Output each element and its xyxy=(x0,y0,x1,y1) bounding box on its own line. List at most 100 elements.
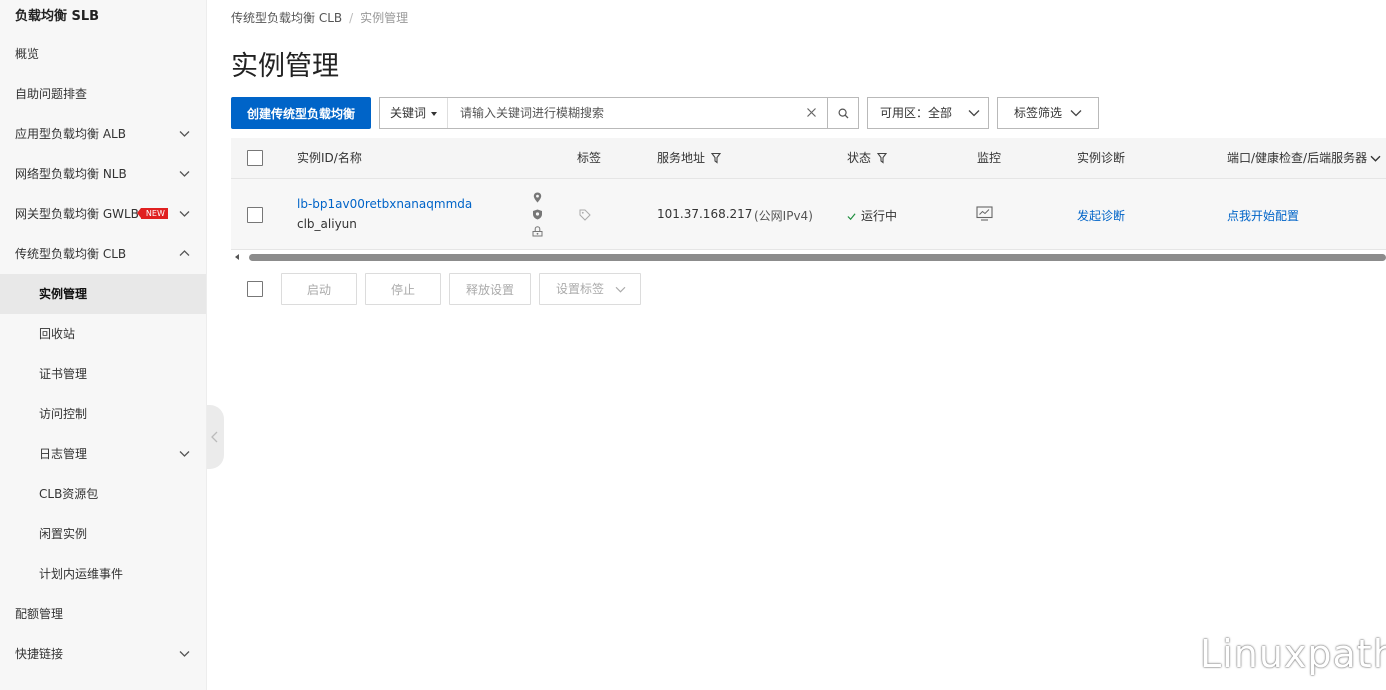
start-diagnosis-link[interactable]: 发起诊断 xyxy=(1077,207,1125,224)
sidebar-item-maintenance-events[interactable]: 计划内运维事件 xyxy=(0,554,206,594)
chevron-left-icon xyxy=(211,431,218,443)
tag-icon[interactable] xyxy=(579,209,591,221)
sidebar-item-label: 网络型负载均衡 NLB xyxy=(15,167,127,181)
search-field-select[interactable]: 关键词 xyxy=(380,98,448,128)
header-status: 状态 xyxy=(847,138,888,179)
header-ports[interactable]: 端口/健康检查/后端服务器 xyxy=(1227,138,1381,179)
chevron-down-icon xyxy=(968,110,980,117)
zone-filter-dropdown[interactable]: 可用区：全部 xyxy=(867,97,989,129)
filter-icon[interactable] xyxy=(877,152,888,164)
chevron-down-icon xyxy=(179,208,190,219)
instance-name: clb_aliyun xyxy=(297,217,357,231)
sidebar-item-recycle-bin[interactable]: 回收站 xyxy=(0,314,206,354)
stop-button[interactable]: 停止 xyxy=(365,273,441,305)
sidebar-item-label: 配额管理 xyxy=(15,607,64,621)
sidebar-item-nlb[interactable]: 网络型负载均衡 NLB xyxy=(0,154,206,194)
sidebar-item-gwlb[interactable]: 网关型负载均衡 GWLB NEW xyxy=(0,194,206,234)
start-button[interactable]: 启动 xyxy=(281,273,357,305)
tag-filter-dropdown[interactable]: 标签筛选 xyxy=(997,97,1099,129)
sidebar-item-alb[interactable]: 应用型负载均衡 ALB xyxy=(0,114,206,154)
header-diagnose: 实例诊断 xyxy=(1077,151,1126,165)
sidebar-item-clb[interactable]: 传统型负载均衡 CLB xyxy=(0,234,206,274)
select-all-checkbox[interactable] xyxy=(247,150,263,166)
row-checkbox[interactable] xyxy=(247,207,263,223)
breadcrumb-current: 实例管理 xyxy=(360,11,409,25)
create-clb-button[interactable]: 创建传统型负载均衡 xyxy=(231,97,371,129)
header-status-label: 状态 xyxy=(847,151,872,165)
instance-attribute-icons xyxy=(531,192,545,243)
sidebar-item-label: 证书管理 xyxy=(39,367,88,381)
sidebar-title: 负载均衡 SLB xyxy=(15,9,100,24)
sidebar-item-label: 访问控制 xyxy=(39,407,88,421)
search-button[interactable] xyxy=(827,97,859,129)
status-badge: 运行中 xyxy=(847,207,897,224)
status-text: 运行中 xyxy=(861,209,898,223)
location-pin-icon[interactable] xyxy=(532,192,543,203)
chevron-down-icon xyxy=(179,168,190,179)
sidebar-item-label: 实例管理 xyxy=(39,287,88,301)
chevron-down-icon xyxy=(1070,110,1082,117)
caret-down-icon xyxy=(431,111,438,116)
sidebar-item-idle-instances[interactable]: 闲置实例 xyxy=(0,514,206,554)
release-settings-button[interactable]: 释放设置 xyxy=(449,273,531,305)
sidebar-item-label: 快捷链接 xyxy=(15,647,64,661)
new-badge: NEW xyxy=(136,208,168,219)
zone-filter-label: 可用区：全部 xyxy=(880,106,953,120)
page-title: 实例管理 xyxy=(231,51,339,82)
instance-id-link[interactable]: lb-bp1av00retbxnanaqmmda xyxy=(297,197,472,211)
sidebar-item-label: 自助问题排查 xyxy=(15,87,88,101)
chevron-down-icon xyxy=(179,448,190,459)
configure-ports-link[interactable]: 点我开始配置 xyxy=(1227,207,1299,224)
header-monitor: 监控 xyxy=(977,151,1002,165)
sidebar-item-label: 闲置实例 xyxy=(39,527,88,541)
sidebar-item-shortcuts[interactable]: 快捷链接 xyxy=(0,634,206,674)
monitor-chart-icon[interactable] xyxy=(976,206,993,221)
header-instance: 实例ID/名称 xyxy=(297,151,362,165)
sidebar-item-label: 应用型负载均衡 ALB xyxy=(15,127,126,141)
chevron-down-icon xyxy=(1370,155,1381,162)
sidebar-item-label: 传统型负载均衡 CLB xyxy=(15,247,127,261)
breadcrumb-parent[interactable]: 传统型负载均衡 CLB xyxy=(231,11,342,25)
header-address: 服务地址 xyxy=(657,138,722,179)
header-address-label: 服务地址 xyxy=(657,151,706,165)
sidebar-item-overview[interactable]: 概览 xyxy=(0,34,206,74)
header-tags: 标签 xyxy=(577,151,602,165)
sidebar-item-access-control[interactable]: 访问控制 xyxy=(0,394,206,434)
table-row: lb-bp1av00retbxnanaqmmda clb_aliyun 101.… xyxy=(231,179,1386,250)
network-icon[interactable] xyxy=(532,226,543,237)
bulk-select-checkbox[interactable] xyxy=(247,281,263,297)
scroll-left-arrow-icon[interactable] xyxy=(235,254,239,260)
chevron-up-icon xyxy=(179,248,190,259)
sidebar: 负载均衡 SLB 概览 自助问题排查 应用型负载均衡 ALB 网络型负载均衡 N… xyxy=(0,0,207,690)
scroll-thumb[interactable] xyxy=(249,254,1386,261)
sidebar-item-logs[interactable]: 日志管理 xyxy=(0,434,206,474)
sidebar-item-label: CLB资源包 xyxy=(39,487,99,501)
shield-icon[interactable] xyxy=(532,209,543,220)
service-ip: 101.37.168.217 xyxy=(657,207,753,221)
search-field-label: 关键词 xyxy=(390,106,427,120)
sidebar-item-certificates[interactable]: 证书管理 xyxy=(0,354,206,394)
filter-icon[interactable] xyxy=(711,152,722,164)
set-tags-button[interactable]: 设置标签 xyxy=(539,273,641,305)
set-tags-label: 设置标签 xyxy=(556,282,605,296)
horizontal-scrollbar[interactable] xyxy=(231,251,1386,263)
chevron-down-icon xyxy=(615,286,626,293)
breadcrumb-separator: / xyxy=(349,11,354,25)
table-header: 实例ID/名称 标签 服务地址 状态 监控 实例诊断 端口/健康检查/后端服务器 xyxy=(231,138,1386,179)
search-icon xyxy=(838,108,849,119)
sidebar-item-label: 概览 xyxy=(15,47,40,61)
sidebar-collapse-handle[interactable] xyxy=(207,405,224,469)
sidebar-item-quota[interactable]: 配额管理 xyxy=(0,594,206,634)
sidebar-item-instance-management[interactable]: 实例管理 xyxy=(0,274,206,314)
breadcrumb: 传统型负载均衡 CLB / 实例管理 xyxy=(231,9,408,26)
search-input[interactable] xyxy=(460,98,800,128)
header-ports-label: 端口/健康检查/后端服务器 xyxy=(1227,151,1368,165)
sidebar-item-label: 日志管理 xyxy=(39,447,88,461)
clear-icon[interactable] xyxy=(806,107,817,118)
watermark: Linuxpath xyxy=(1200,632,1386,676)
tag-filter-label: 标签筛选 xyxy=(1014,106,1063,120)
network-type: (公网IPv4) xyxy=(754,209,813,223)
sidebar-item-self-troubleshoot[interactable]: 自助问题排查 xyxy=(0,74,206,114)
sidebar-item-clb-packages[interactable]: CLB资源包 xyxy=(0,474,206,514)
sidebar-item-label: 网关型负载均衡 GWLB xyxy=(15,207,139,221)
